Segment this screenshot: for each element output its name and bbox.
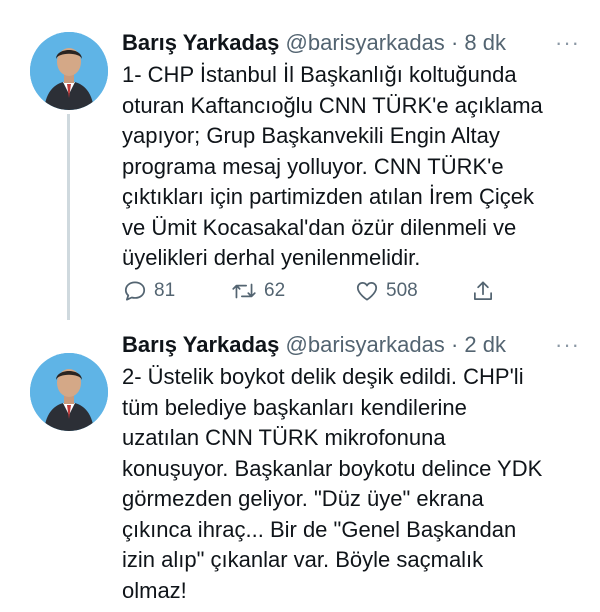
tweet-header: Barış Yarkadaş @barisyarkadas · 2 dk ··· (122, 328, 580, 362)
reply-button[interactable]: 81 (122, 275, 175, 307)
separator-dot: · (450, 332, 459, 357)
avatar-photo (30, 353, 108, 431)
separator-dot: · (450, 30, 459, 55)
share-button[interactable] (470, 275, 502, 307)
thread-line (67, 114, 70, 320)
author-name[interactable]: Barış Yarkadaş (122, 30, 279, 55)
reply-icon (124, 281, 146, 301)
timestamp[interactable]: 2 dk (464, 332, 506, 357)
retweet-icon (232, 283, 256, 299)
author-name[interactable]: Barış Yarkadaş (122, 332, 279, 357)
retweet-button[interactable]: 62 (230, 275, 285, 307)
like-count: 508 (386, 280, 418, 301)
tweet[interactable]: Barış Yarkadaş @barisyarkadas · 8 dk ···… (0, 0, 600, 320)
tweet-text: 1- CHP İstanbul İl Başkanlığı koltuğunda… (122, 62, 543, 270)
more-options-icon[interactable]: ··· (540, 26, 580, 60)
timestamp[interactable]: 8 dk (464, 30, 506, 55)
share-icon (474, 281, 492, 300)
tweet-header: Barış Yarkadaş @barisyarkadas · 8 dk ··· (122, 26, 580, 60)
tweet-actions: 81 62 508 (122, 275, 502, 307)
heart-icon (356, 282, 378, 301)
avatar[interactable] (30, 353, 108, 431)
like-button[interactable]: 508 (354, 275, 418, 307)
tweet-text: 2- Üstelik boykot delik deşik edildi. CH… (122, 364, 543, 603)
avatar[interactable] (30, 32, 108, 110)
avatar-photo (30, 32, 108, 110)
more-options-icon[interactable]: ··· (540, 328, 580, 362)
tweet[interactable]: Barış Yarkadaş @barisyarkadas · 2 dk ···… (0, 320, 600, 612)
author-handle[interactable]: @barisyarkadas (286, 30, 445, 55)
author-handle[interactable]: @barisyarkadas (286, 332, 445, 357)
reply-count: 81 (154, 280, 176, 301)
retweet-count: 62 (264, 280, 286, 301)
